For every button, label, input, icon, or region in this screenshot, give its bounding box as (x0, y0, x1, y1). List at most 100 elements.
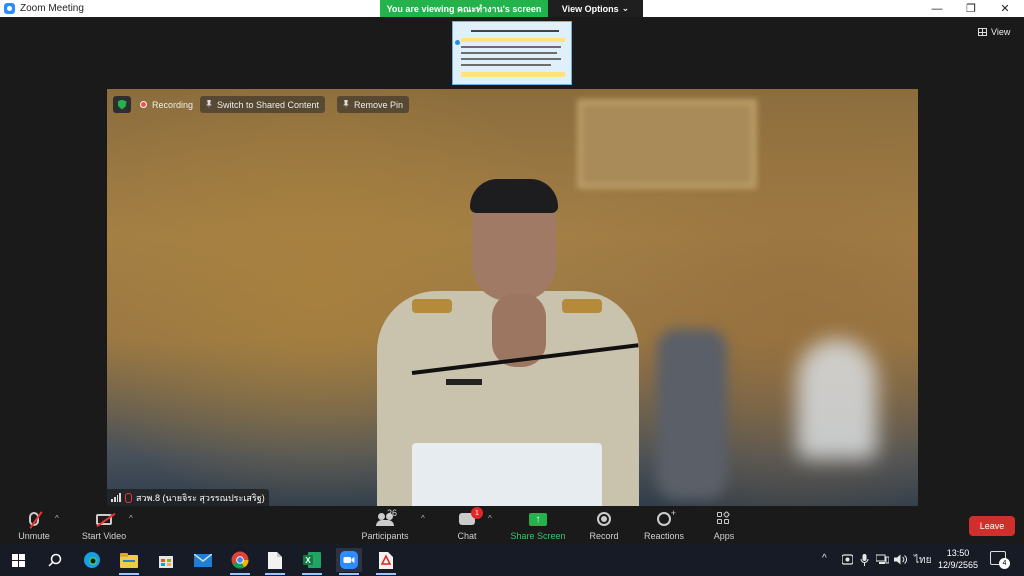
muted-mic-icon (125, 492, 132, 503)
pdf-icon (379, 551, 393, 569)
participants-count: 26 (387, 508, 398, 518)
unmute-button[interactable]: Unmute (16, 510, 52, 541)
search-button[interactable] (42, 548, 68, 572)
show-hidden-icons-button[interactable]: ^ (822, 553, 827, 564)
taskbar-mail[interactable] (190, 548, 216, 572)
chat-unread-badge: 1 (471, 507, 483, 519)
zoom-app-icon (4, 3, 15, 14)
reactions-button[interactable]: + Reactions (642, 508, 686, 541)
video-off-icon (96, 513, 112, 525)
viewing-banner: You are viewing คณะทำงาน's screen View O… (380, 0, 643, 17)
security-badge[interactable] (113, 96, 131, 113)
participant-name-label: สวพ.8 (นายจิระ สุวรรณประเสริฐ) (107, 489, 269, 506)
shared-screen-thumbnail[interactable] (452, 21, 572, 85)
taskbar-clock[interactable]: 13:50 12/9/2565 (932, 547, 984, 571)
window-title: Zoom Meeting (20, 3, 84, 14)
switch-label: Switch to Shared Content (217, 99, 320, 110)
shield-icon (117, 99, 127, 110)
taskbar-zoom[interactable] (336, 548, 362, 575)
excel-icon: X (303, 552, 321, 568)
document-line (461, 64, 551, 66)
participants-button[interactable]: 26 Participants (360, 508, 410, 541)
taskbar-edge[interactable] (79, 548, 105, 572)
grid-icon (978, 28, 987, 36)
start-video-label: Start Video (81, 531, 127, 541)
chair-blur (657, 329, 727, 499)
document-line (461, 52, 557, 54)
start-video-button[interactable]: Start Video (80, 510, 128, 541)
hair-shape (470, 179, 558, 213)
document-line (471, 30, 559, 32)
svg-text:X: X (305, 556, 311, 565)
record-button[interactable]: Record (588, 510, 620, 541)
minimize-button[interactable]: — (920, 0, 954, 17)
document-line (461, 46, 561, 48)
restore-button[interactable]: ❐ (954, 0, 988, 17)
epaulette-left (412, 299, 452, 313)
volume-icon[interactable] (894, 554, 907, 568)
recording-dot-icon (140, 101, 147, 108)
muted-microphone-icon (29, 512, 39, 526)
switch-to-shared-content-button[interactable]: Switch to Shared Content (200, 96, 326, 113)
smiley-icon: + (657, 508, 676, 526)
document-total-row (461, 72, 565, 77)
reactions-label: Reactions (643, 531, 685, 541)
folder-icon (120, 552, 138, 568)
leave-meeting-button[interactable]: Leave (969, 516, 1015, 536)
view-options-label: View Options (561, 3, 619, 14)
video-options-caret[interactable]: ^ (129, 514, 133, 523)
view-options-button[interactable]: View Options ⌄ (548, 0, 643, 17)
notification-count-badge: 4 (999, 558, 1010, 569)
windows-logo-icon (11, 553, 25, 567)
name-tag-shape (446, 379, 482, 385)
mail-icon (194, 553, 212, 567)
taskbar-document[interactable] (262, 548, 288, 575)
chat-bubble-icon: 1 (459, 507, 483, 525)
clock-date: 12/9/2565 (937, 560, 979, 570)
start-button[interactable] (5, 548, 31, 572)
participant-name: สวพ.8 (นายจิระ สุวรรณประเสริฐ) (136, 492, 265, 503)
search-icon (48, 553, 62, 567)
edge-browser-icon (84, 552, 100, 568)
chat-options-caret[interactable]: ^ (488, 514, 492, 523)
input-language-indicator[interactable]: ไทย (914, 553, 931, 568)
audio-options-caret[interactable]: ^ (55, 514, 59, 523)
remove-pin-label: Remove Pin (354, 99, 404, 110)
microphone-in-use-icon[interactable] (860, 554, 869, 569)
view-layout-button[interactable]: View (978, 24, 1010, 40)
apps-button[interactable]: Apps (711, 510, 737, 541)
taskbar-pdf-reader[interactable] (373, 548, 399, 575)
remove-pin-button[interactable]: Remove Pin (337, 96, 410, 113)
apps-grid-icon (717, 510, 731, 526)
pinned-video-tile[interactable]: Recording Switch to Shared Content Remov… (107, 89, 918, 506)
recording-indicator[interactable]: Recording (136, 96, 197, 113)
taskbar-file-explorer[interactable] (116, 548, 142, 575)
participants-options-caret[interactable]: ^ (421, 514, 425, 523)
pin-icon (206, 100, 212, 109)
chat-button[interactable]: 1 Chat (455, 507, 483, 541)
taskbar-chrome[interactable] (227, 548, 253, 575)
meeting-toolbar: Unmute ^ Start Video ^ 26 Participants ^… (0, 506, 1024, 544)
zoom-app-icon (340, 551, 358, 569)
clock-time: 13:50 (946, 548, 970, 558)
share-screen-button[interactable]: ↑ Share Screen (510, 510, 566, 541)
network-icon[interactable] (875, 554, 890, 568)
taskbar-excel[interactable]: X (299, 548, 325, 575)
participants-label: Participants (361, 531, 409, 541)
taskbar-store[interactable] (153, 548, 179, 572)
wall-frame-blur (577, 99, 757, 189)
share-screen-label: Share Screen (510, 531, 566, 541)
lamp-blur (797, 339, 877, 459)
action-center-button[interactable]: 4 (990, 551, 1010, 569)
close-window-button[interactable]: ✕ (988, 0, 1022, 17)
document-line (461, 58, 561, 60)
apps-label: Apps (713, 531, 735, 541)
viewing-screen-notice: You are viewing คณะทำงาน's screen (380, 0, 548, 17)
document-logo-icon (455, 40, 460, 45)
connection-signal-icon (111, 493, 121, 502)
chrome-browser-icon (231, 551, 249, 569)
unmute-label: Unmute (18, 531, 50, 541)
chat-label: Chat (457, 531, 477, 541)
windows-taskbar: X ^ ไทย 13:50 12/9/2565 4 (0, 544, 1024, 576)
meet-now-icon[interactable] (841, 554, 854, 568)
